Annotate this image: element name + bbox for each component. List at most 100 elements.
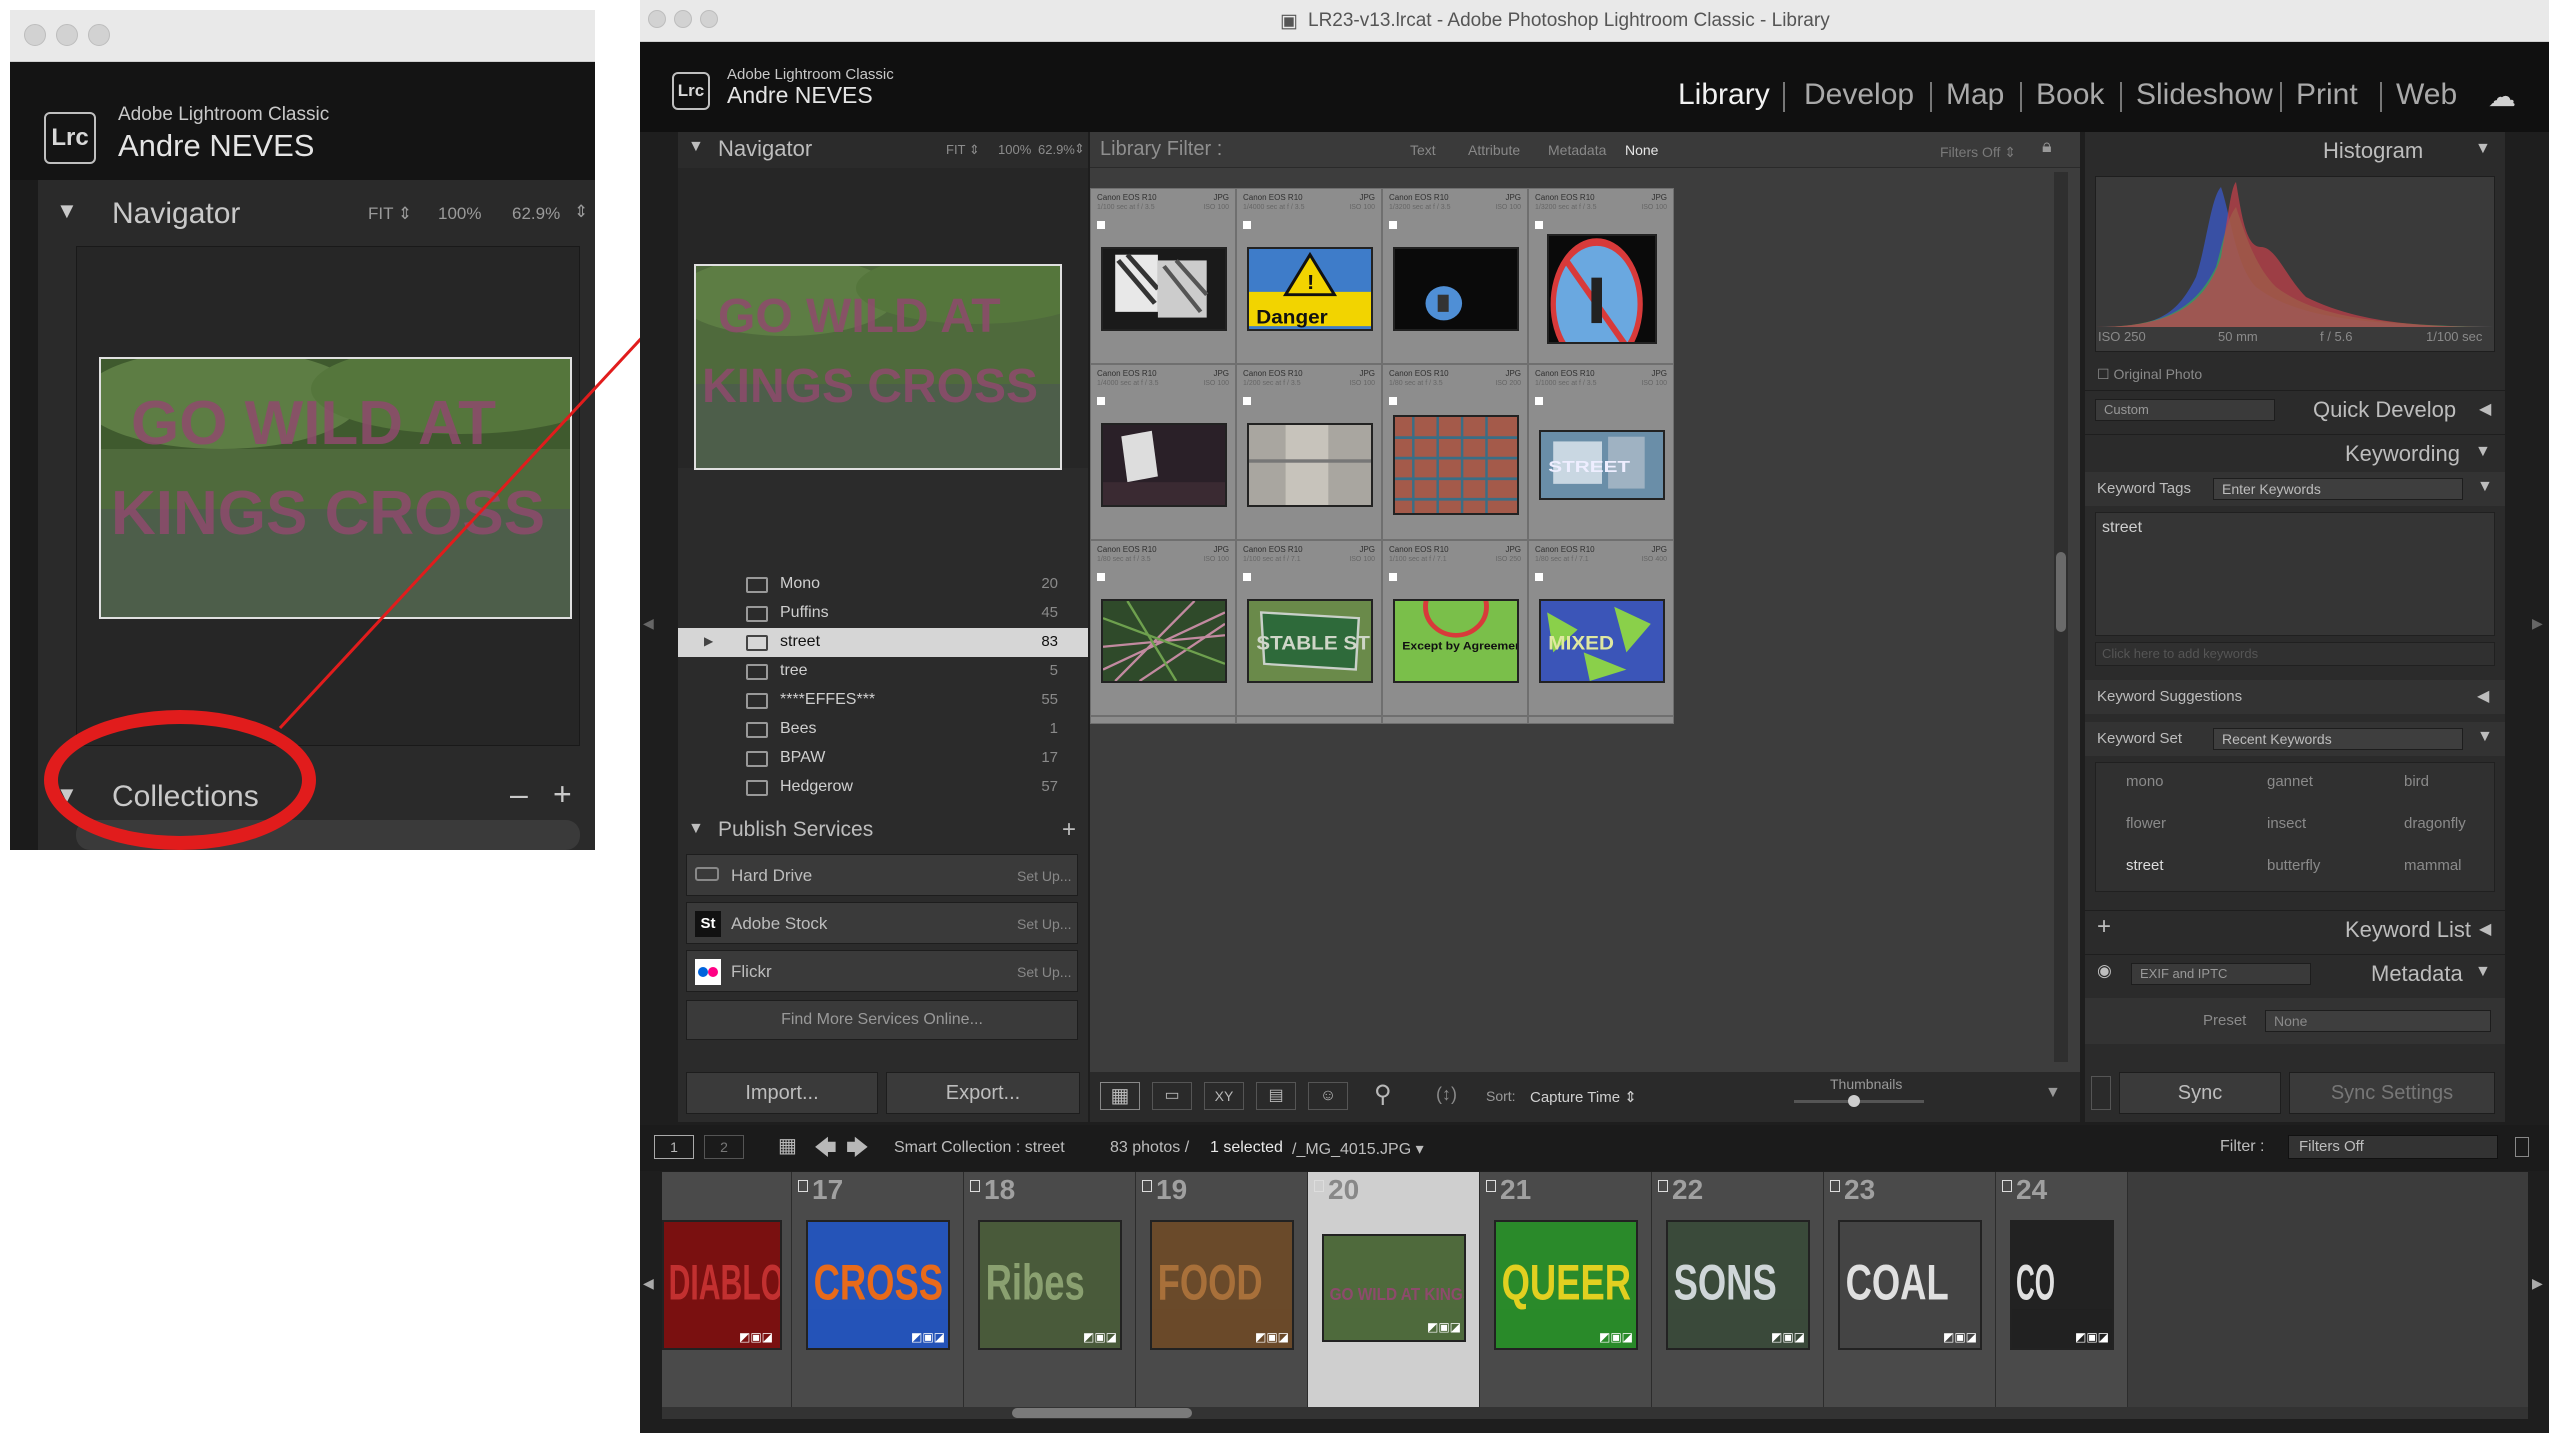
set-up-link[interactable]: Set Up... <box>1017 868 1071 884</box>
find-more-services-button[interactable]: Find More Services Online... <box>686 1000 1078 1040</box>
grid-thumbnail[interactable]: Except by Agreement with KCES <box>1393 599 1519 683</box>
module-library[interactable]: Library <box>1678 78 1770 112</box>
keywords-textarea[interactable]: street <box>2095 512 2495 636</box>
zoom-window-button[interactable] <box>700 10 718 28</box>
module-map[interactable]: Map <box>1946 78 2004 112</box>
second-window-button[interactable]: 2 <box>704 1135 744 1159</box>
grid-cell[interactable]: Canon EOS R10 JPG 1/4000 sec at f / 3.5 ISO… <box>1236 188 1382 364</box>
grid-cell[interactable]: Canon EOS R10 JPG 1/200 sec at f / 3.5 ISO … <box>1236 364 1382 540</box>
filmstrip-scroll-thumb[interactable] <box>1012 1408 1192 1418</box>
quick-develop-header[interactable]: Custom Quick Develop ◀ <box>2085 390 2505 426</box>
flag-icon[interactable] <box>1314 1180 1324 1192</box>
collection-row[interactable]: ****EFFES*** 55 <box>678 686 1088 715</box>
metadata-header[interactable]: ◉ EXIF and IPTC Metadata ▼ <box>2085 954 2505 990</box>
add-keyword-button[interactable]: + <box>2097 913 2111 941</box>
grid-icon[interactable]: ▦ <box>778 1133 797 1158</box>
slider-thumb[interactable] <box>1848 1095 1860 1107</box>
cloud-sync-icon[interactable]: ☁ <box>2488 80 2516 113</box>
collection-row[interactable]: Mono 20 <box>678 570 1088 599</box>
collection-row[interactable]: ▶ street 83 <box>678 628 1088 657</box>
filter-tab-none[interactable]: None <box>1625 142 1658 158</box>
zoom-100-option[interactable]: 100% <box>998 142 1031 157</box>
filmstrip-cell[interactable]: 24 CO ◩▣◪ <box>1996 1172 2128 1407</box>
auto-sync-switch[interactable] <box>2091 1076 2111 1110</box>
module-web[interactable]: Web <box>2396 78 2457 112</box>
loupe-view-icon[interactable]: ▭ <box>1152 1082 1192 1110</box>
filter-tab-metadata[interactable]: Metadata <box>1548 142 1606 158</box>
histogram-header[interactable]: Histogram ▼ <box>2085 132 2505 168</box>
collection-row[interactable]: Bees 1 <box>678 715 1088 744</box>
flag-icon[interactable] <box>1535 573 1543 581</box>
metadata-preset-dropdown[interactable]: None <box>2265 1010 2491 1032</box>
collection-row[interactable]: BPAW 17 <box>678 744 1088 773</box>
sort-direction-icon[interactable]: (↕) <box>1436 1084 1457 1105</box>
grid-cell[interactable]: Canon EOS R10 JPG 1/80 sec at f / 3.5 ISO 2… <box>1382 364 1528 540</box>
grid-cell[interactable]: Canon EOS R10 JPG 1/4000 sec at f / 3.5 ISO… <box>1090 364 1236 540</box>
flag-icon[interactable] <box>1243 573 1251 581</box>
filmstrip-right-arrow[interactable]: ▶ <box>2532 1275 2543 1292</box>
zoom-stepper-icon[interactable]: ⇕ <box>1074 141 1085 157</box>
file-name[interactable]: /_MG_4015.JPG ▾ <box>1292 1139 1424 1159</box>
flag-icon[interactable] <box>1535 397 1543 405</box>
flag-icon[interactable] <box>1142 1180 1152 1192</box>
filmstrip-scrollbar[interactable] <box>662 1407 2528 1419</box>
main-window-button[interactable]: 1 <box>654 1135 694 1159</box>
survey-view-icon[interactable]: ▤ <box>1256 1082 1296 1110</box>
zoom-custom-option[interactable]: 62.9% <box>1038 142 1075 157</box>
flag-icon[interactable] <box>1097 397 1105 405</box>
grid-cell[interactable]: Canon EOS R10 JPG 1/80 sec at f / 3.5 ISO 1… <box>1090 540 1236 716</box>
filter-tab-attribute[interactable]: Attribute <box>1468 142 1520 158</box>
filmstrip-cell[interactable]: 22 SONS ◩▣◪ <box>1652 1172 1824 1407</box>
grid-thumbnail[interactable] <box>1101 247 1227 331</box>
grid-thumbnail[interactable]: ! Danger <box>1247 247 1373 331</box>
flag-icon[interactable] <box>1389 397 1397 405</box>
flag-icon[interactable] <box>2002 1180 2012 1192</box>
filmstrip-filter-dropdown[interactable]: Filters Off <box>2288 1135 2498 1159</box>
add-publish-service-button[interactable]: + <box>1062 816 1076 844</box>
keyword-set-item[interactable]: gannet <box>2267 773 2313 790</box>
left-panel-toggle[interactable]: ◀ <box>643 615 654 632</box>
set-up-link[interactable]: Set Up... <box>1017 916 1071 932</box>
back-arrow-icon[interactable]: 🡄 <box>814 1131 837 1169</box>
navigator-preview[interactable]: GO WILD AT KINGS CROSS <box>676 168 1096 470</box>
grid-thumbnail[interactable] <box>1393 247 1519 331</box>
grid-cell[interactable]: Canon EOS R10 JPG 1/3200 sec at f / 3.5 ISO… <box>1528 188 1674 364</box>
navigator-header[interactable]: ▼ Navigator FIT ⇕ 100% 62.9% ⇕ <box>678 132 1088 166</box>
publish-service-flickr[interactable]: Flickr Set Up... <box>686 950 1078 992</box>
keyword-suggestions-row[interactable]: Keyword Suggestions ◀ <box>2085 680 2505 714</box>
grid-cell-partial[interactable] <box>1090 716 1236 724</box>
collection-row[interactable]: Hedgerow 57 <box>678 773 1088 802</box>
module-print[interactable]: Print <box>2296 78 2358 112</box>
grid-cell[interactable]: Canon EOS R10 JPG 1/3200 sec at f / 3.5 ISO… <box>1382 188 1528 364</box>
publish-service-adobe-stock[interactable]: St Adobe Stock Set Up... <box>686 902 1078 944</box>
painter-spray-icon[interactable]: ⚲ <box>1374 1080 1392 1109</box>
keyword-set-item[interactable]: mono <box>2126 773 2164 790</box>
flag-icon[interactable] <box>1389 221 1397 229</box>
grid-cell[interactable]: Canon EOS R10 JPG 1/100 sec at f / 7.1 ISO … <box>1236 540 1382 716</box>
original-photo-checkbox[interactable]: ☐ Original Photo <box>2097 366 2202 383</box>
filmstrip-cell[interactable]: 18 Ribes ◩▣◪ <box>964 1172 1136 1407</box>
set-up-link[interactable]: Set Up... <box>1017 964 1071 980</box>
sync-settings-button[interactable]: Sync Settings <box>2289 1072 2495 1114</box>
keywording-header[interactable]: Keywording ▼ <box>2085 434 2505 470</box>
close-window-button[interactable] <box>648 10 666 28</box>
keyword-set-item[interactable]: dragonfly <box>2404 815 2466 832</box>
grid-thumbnail[interactable]: STREET <box>1539 430 1665 500</box>
eye-icon[interactable]: ◉ <box>2097 961 2112 981</box>
filmstrip-cell[interactable]: 19 FOOD ◩▣◪ <box>1136 1172 1308 1407</box>
publish-service-hard-drive[interactable]: Hard Drive Set Up... <box>686 854 1078 896</box>
filmstrip-left-arrow[interactable]: ◀ <box>643 1275 654 1292</box>
flag-icon[interactable] <box>1535 221 1543 229</box>
keyword-list-header[interactable]: + Keyword List ◀ <box>2085 910 2505 946</box>
flag-icon[interactable] <box>1830 1180 1840 1192</box>
keyword-tags-dropdown[interactable]: Enter Keywords <box>2213 478 2463 500</box>
lock-icon[interactable]: 🔒︎ <box>2042 136 2052 157</box>
grid-scrollbar[interactable] <box>2054 172 2068 1062</box>
filter-tab-text[interactable]: Text <box>1410 142 1436 158</box>
flag-icon[interactable] <box>1097 221 1105 229</box>
filmstrip-cell[interactable]: 20 GO WILD AT KINGS CROSS ◩▣◪ <box>1308 1172 1480 1407</box>
expand-triangle-icon[interactable]: ▶ <box>704 634 713 648</box>
filmstrip-cell[interactable]: 23 COAL ◩▣◪ <box>1824 1172 1996 1407</box>
flag-icon[interactable] <box>970 1180 980 1192</box>
metadata-view-dropdown[interactable]: EXIF and IPTC <box>2131 963 2311 985</box>
